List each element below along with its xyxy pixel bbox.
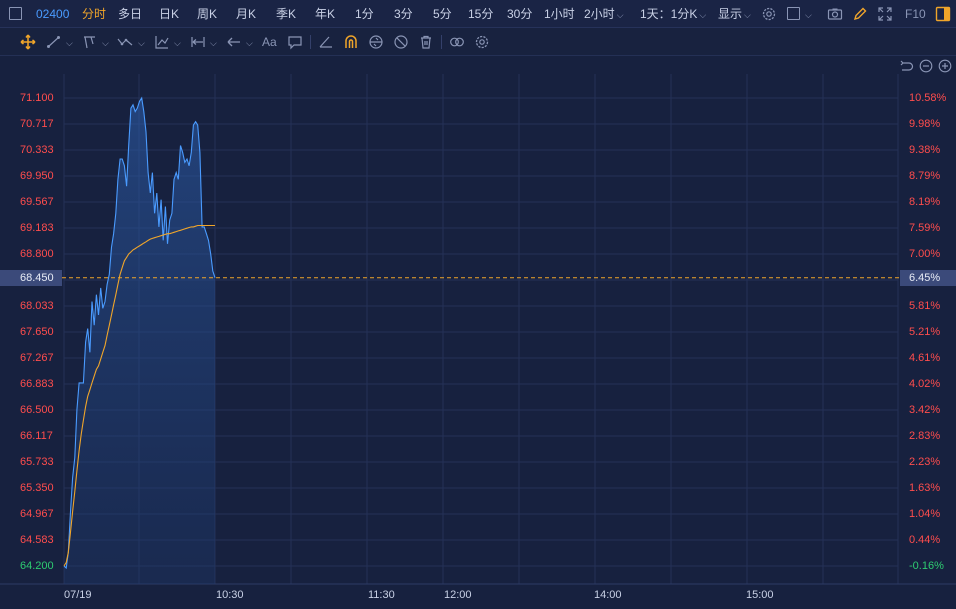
y-tick-percent: 7.59% [909,222,941,234]
x-tick-label: 11:30 [368,589,395,601]
y-tick-price: 66.117 [20,430,53,442]
y-tick-percent: 2.23% [909,456,941,468]
y-tick-price: 67.650 [20,326,54,338]
y-tick-price: 64.583 [20,534,54,546]
y-tick-price: 68.800 [20,248,54,260]
price-area-fill [64,98,215,584]
y-tick-percent: 8.19% [909,196,941,208]
y-tick-percent: 9.38% [909,144,941,156]
x-tick-label: 15:00 [746,589,774,601]
y-tick-price: 70.333 [20,144,54,156]
x-tick-label: 12:00 [444,589,472,601]
y-tick-percent: 8.79% [909,170,941,182]
y-tick-price: 71.100 [20,92,54,104]
y-tick-price: 69.567 [20,196,54,208]
y-tick-percent: -0.16% [909,560,944,572]
y-tick-price: 69.950 [20,170,54,182]
y-tick-percent: 10.58% [909,92,947,104]
y-tick-percent: 7.00% [909,248,941,260]
y-tick-percent: 2.83% [909,430,941,442]
y-tick-percent: 3.42% [909,404,941,416]
y-tick-price: 68.033 [20,300,54,312]
y-tick-percent: 5.21% [909,326,941,338]
y-tick-percent: 5.81% [909,300,941,312]
y-tick-price: 65.350 [20,482,54,494]
y-tick-percent: 4.61% [909,352,941,364]
price-area [64,98,215,584]
y-tick-percent: 4.02% [909,378,941,390]
x-tick-label: 07/19 [64,589,92,601]
y-tick-price: 64.967 [20,508,54,520]
y-tick-percent: 0.44% [909,534,941,546]
x-tick-label: 14:00 [594,589,622,601]
y-tick-price: 67.267 [20,352,54,364]
y-tick-price: 70.717 [20,118,54,130]
intraday-chart[interactable] [0,0,956,609]
y-tick-price: 65.733 [20,456,54,468]
y-tick-price: 66.883 [20,378,54,390]
y-tick-price: 66.500 [20,404,54,416]
y-tick-price: 64.200 [20,560,54,572]
y-tick-percent: 1.04% [909,508,941,520]
x-tick-label: 10:30 [216,589,244,601]
y-tick-price: 69.183 [20,222,54,234]
y-tick-percent: 9.98% [909,118,941,130]
current-pct-box: 6.45% [900,270,956,286]
y-tick-percent: 1.63% [909,482,941,494]
current-price-box: 68.450 [0,270,62,286]
